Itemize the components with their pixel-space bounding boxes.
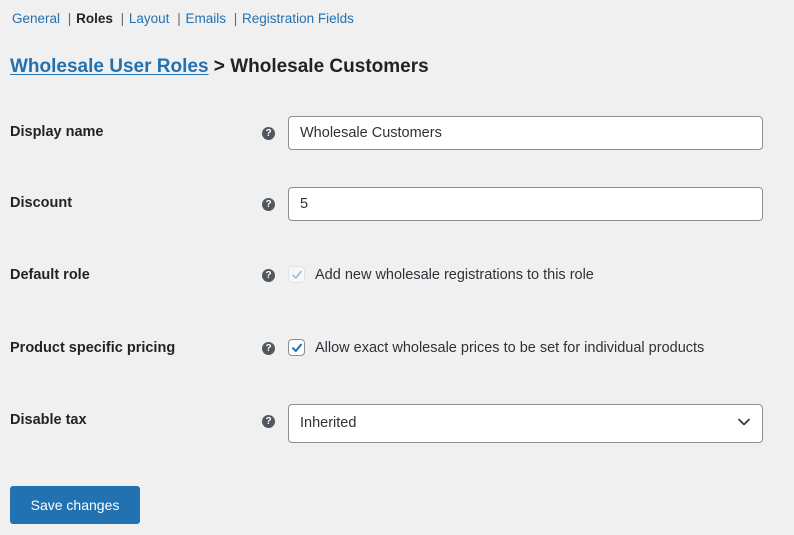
settings-subnav: General | Roles | Layout | Emails | Regi… (12, 11, 354, 26)
help-icon[interactable]: ? (262, 342, 275, 355)
nav-tab-roles[interactable]: Roles (76, 11, 113, 26)
product-specific-pricing-checkbox-row[interactable]: Allow exact wholesale prices to be set f… (288, 339, 704, 356)
nav-separator: | (177, 11, 181, 26)
page-title: Wholesale User Roles > Wholesale Custome… (10, 56, 429, 78)
chevron-down-icon (738, 418, 750, 426)
discount-label: Discount (10, 195, 73, 211)
nav-tab-emails[interactable]: Emails (185, 11, 226, 26)
nav-tab-registration-fields[interactable]: Registration Fields (242, 11, 354, 26)
checkmark-icon (292, 270, 302, 279)
help-icon[interactable]: ? (262, 198, 275, 211)
nav-separator: | (233, 11, 238, 26)
breadcrumb-current: Wholesale Customers (230, 56, 429, 77)
settings-page: General | Roles | Layout | Emails | Regi… (0, 0, 794, 535)
help-icon[interactable]: ? (262, 415, 275, 428)
disable-tax-label: Disable tax (10, 412, 87, 428)
display-name-input[interactable] (288, 116, 763, 150)
display-name-label: Display name (10, 124, 104, 140)
breadcrumb-wholesale-user-roles-link[interactable]: Wholesale User Roles (10, 56, 209, 77)
discount-input[interactable] (288, 187, 763, 221)
default-role-label: Default role (10, 267, 90, 283)
product-specific-pricing-label: Product specific pricing (10, 340, 176, 356)
nav-separator: | (67, 11, 72, 26)
disable-tax-select[interactable]: Inherited (288, 404, 763, 443)
checkmark-icon (292, 343, 302, 352)
product-specific-pricing-checkbox-label: Allow exact wholesale prices to be set f… (315, 339, 705, 356)
help-icon[interactable]: ? (262, 127, 275, 140)
default-role-checkbox-row[interactable]: Add new wholesale registrations to this … (288, 266, 594, 283)
disable-tax-selected-value: Inherited (300, 415, 357, 431)
nav-tab-layout[interactable]: Layout (129, 11, 170, 26)
product-specific-pricing-checkbox[interactable] (288, 339, 305, 356)
help-icon[interactable]: ? (262, 269, 275, 282)
default-role-checkbox-label: Add new wholesale registrations to this … (315, 266, 594, 283)
default-role-checkbox[interactable] (288, 266, 305, 283)
save-changes-button[interactable]: Save changes (10, 486, 140, 524)
nav-separator: | (120, 11, 125, 26)
nav-tab-general[interactable]: General (12, 11, 60, 26)
breadcrumb-separator: > (208, 56, 231, 77)
